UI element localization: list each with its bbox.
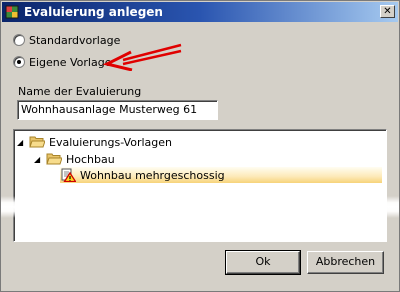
tree-item-label: Evaluierungs-Vorlagen bbox=[49, 135, 172, 149]
name-field-label: Name der Evaluierung bbox=[18, 85, 142, 98]
open-folder-icon bbox=[29, 136, 45, 148]
radio-standard[interactable] bbox=[13, 34, 25, 46]
warning-document-icon bbox=[61, 168, 76, 182]
close-icon: ✕ bbox=[383, 6, 392, 17]
dialog-window: Evaluierung anlegen ✕ Standardvorlage Ei… bbox=[0, 0, 400, 292]
open-folder-icon bbox=[46, 153, 62, 165]
tree-item-wohnbau[interactable]: Wohnbau mehrgeschossig bbox=[60, 167, 382, 183]
close-button[interactable]: ✕ bbox=[380, 5, 395, 18]
option-custom[interactable]: Eigene Vorlage bbox=[13, 54, 111, 70]
tree-item-label: Wohnbau mehrgeschossig bbox=[80, 168, 225, 182]
expand-triangle-icon[interactable]: ◢ bbox=[17, 138, 26, 147]
blurred-overlay bbox=[1, 196, 399, 218]
window-title: Evaluierung anlegen bbox=[24, 5, 163, 19]
radio-custom[interactable] bbox=[13, 56, 25, 68]
title-bar[interactable]: Evaluierung anlegen ✕ bbox=[2, 2, 398, 22]
tree-item-label: Hochbau bbox=[66, 152, 115, 166]
cancel-button[interactable]: Abbrechen bbox=[307, 251, 384, 274]
template-tree[interactable]: ◢ Evaluierungs-Vorlagen ◢ Hochbau Wohnba… bbox=[13, 129, 387, 242]
tree-item-hochbau[interactable]: ◢ Hochbau bbox=[34, 151, 115, 167]
tree-item-templates[interactable]: ◢ Evaluierungs-Vorlagen bbox=[17, 134, 172, 150]
app-icon bbox=[5, 5, 19, 19]
expand-triangle-icon[interactable]: ◢ bbox=[34, 155, 43, 164]
option-custom-label: Eigene Vorlage bbox=[29, 55, 112, 69]
red-arrow-annotation bbox=[102, 43, 182, 71]
evaluation-name-input[interactable]: Wohnhausanlage Musterweg 61 bbox=[17, 100, 218, 120]
ok-button[interactable]: Ok bbox=[225, 250, 301, 275]
